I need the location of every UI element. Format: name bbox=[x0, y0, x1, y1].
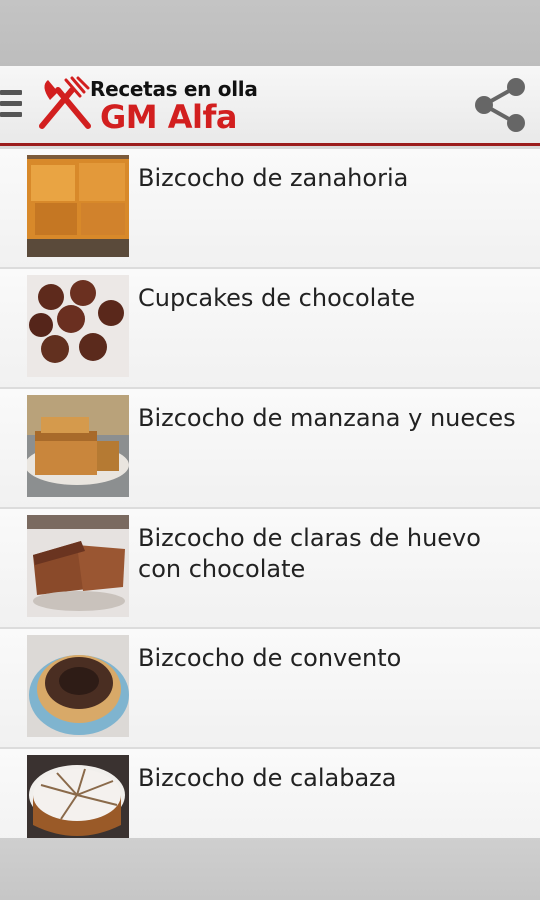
share-icon[interactable] bbox=[470, 74, 532, 136]
carrot-cake-photo bbox=[27, 155, 129, 257]
list-item[interactable]: Bizcocho de convento bbox=[0, 629, 540, 749]
recipe-title: Bizcocho de convento bbox=[138, 644, 402, 672]
pumpkin-cake-photo bbox=[27, 755, 129, 838]
recipe-title: Bizcocho de manzana y nueces bbox=[138, 404, 516, 432]
list-item[interactable]: Bizcocho de claras de huevo con chocolat… bbox=[0, 509, 540, 629]
egg-white-chocolate-cake-photo bbox=[27, 515, 129, 617]
menu-icon[interactable] bbox=[0, 90, 22, 120]
apple-walnut-cake-photo bbox=[27, 395, 129, 497]
recipe-title: Bizcocho de claras de huevo con chocolat… bbox=[138, 524, 481, 583]
list-item[interactable]: Bizcocho de manzana y nueces bbox=[0, 389, 540, 509]
list-item[interactable]: Bizcocho de zanahoria bbox=[0, 149, 540, 269]
recipe-list: Bizcocho de zanahoria Cupcakes de chocol… bbox=[0, 149, 540, 838]
recipe-title: Cupcakes de chocolate bbox=[138, 284, 416, 312]
status-bar bbox=[0, 0, 540, 66]
fork-knife-icon bbox=[39, 76, 91, 129]
convent-cake-photo bbox=[27, 635, 129, 737]
action-bar: Recetas en olla GM Alfa bbox=[0, 66, 540, 146]
list-item[interactable]: Cupcakes de chocolate bbox=[0, 269, 540, 389]
bottom-bar bbox=[0, 838, 540, 900]
chocolate-cupcakes-photo bbox=[27, 275, 129, 377]
recipe-title: Bizcocho de zanahoria bbox=[138, 164, 409, 192]
recipe-title: Bizcocho de calabaza bbox=[138, 764, 397, 792]
list-item[interactable]: Bizcocho de calabaza bbox=[0, 749, 540, 838]
app-logo: Recetas en olla GM Alfa bbox=[36, 74, 276, 136]
app-title-line2: GM Alfa bbox=[100, 98, 238, 136]
